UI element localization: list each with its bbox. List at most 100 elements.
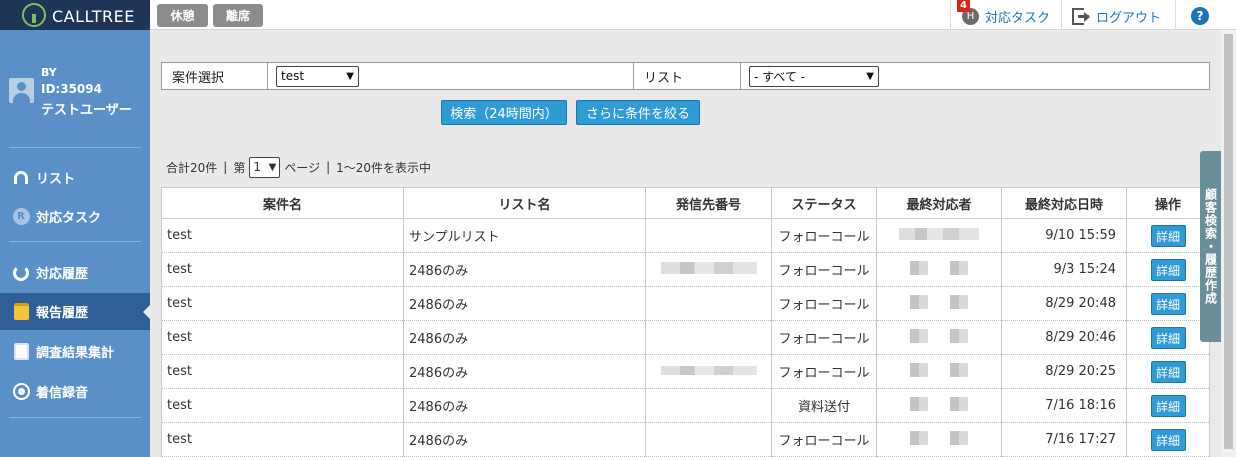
redacted-name xyxy=(910,328,968,343)
cell-agent xyxy=(876,320,1002,355)
cell-case: test xyxy=(161,286,404,321)
cell-agent xyxy=(876,354,1002,389)
cell-agent xyxy=(876,422,1002,457)
cell-case: test xyxy=(161,354,404,389)
cell-datetime: 9/3 15:24 xyxy=(1001,252,1127,287)
cell-datetime: 8/29 20:48 xyxy=(1001,286,1127,321)
cell-action: 詳細 xyxy=(1126,320,1210,355)
report-icon xyxy=(12,303,30,321)
cell-status: フォローコール xyxy=(771,320,877,355)
cell-list: 2486のみ xyxy=(403,286,646,321)
break-button[interactable]: 休憩 xyxy=(157,4,208,27)
sidebar-item-reports[interactable]: 報告履歴 xyxy=(0,293,150,330)
record-icon xyxy=(12,383,30,401)
clipboard-icon xyxy=(12,343,30,361)
detail-button[interactable]: 詳細 xyxy=(1150,292,1186,315)
cell-action: 詳細 xyxy=(1126,252,1210,287)
sidebar-item-history[interactable]: 対応履歴 xyxy=(0,254,150,291)
away-button[interactable]: 離席 xyxy=(213,4,263,27)
detail-button[interactable]: 詳細 xyxy=(1150,360,1186,383)
detail-button[interactable]: 詳細 xyxy=(1150,428,1186,451)
task-icon: 4 H xyxy=(957,0,979,25)
cell-list: 2486のみ xyxy=(403,320,646,355)
search-button[interactable]: 検索（24時間内） xyxy=(441,100,567,125)
col-header-datetime: 最終対応日時 xyxy=(1001,187,1127,219)
history-icon xyxy=(12,264,30,282)
redacted-name xyxy=(910,260,968,275)
cell-action: 詳細 xyxy=(1126,286,1210,321)
cell-status: フォローコール xyxy=(771,218,877,253)
help-icon[interactable]: ? xyxy=(1191,7,1209,25)
cell-datetime: 7/16 18:16 xyxy=(1001,388,1127,423)
results-table: 案件名 リスト名 発信先番号 ステータス 最終対応者 最終対応日時 操作 tes… xyxy=(161,187,1210,457)
task-icon: R xyxy=(12,208,30,226)
cell-datetime: 9/10 15:59 xyxy=(1001,218,1127,253)
refine-button[interactable]: さらに条件を絞る xyxy=(576,100,700,125)
sidebar-item-label: 対応履歴 xyxy=(36,267,89,282)
cell-number xyxy=(645,286,772,321)
user-id: ID:35094 xyxy=(41,82,102,96)
sidebar-item-label: 対応タスク xyxy=(36,211,102,226)
table-header-row: 案件名 リスト名 発信先番号 ステータス 最終対応者 最終対応日時 操作 xyxy=(161,187,1210,219)
col-header-list: リスト名 xyxy=(403,187,646,219)
page-select[interactable]: 1 ▼ xyxy=(249,156,281,178)
chevron-down-icon: ▼ xyxy=(268,161,277,173)
sidebar-item-recordings[interactable]: 着信録音 xyxy=(0,373,150,410)
detail-button[interactable]: 詳細 xyxy=(1150,224,1186,247)
logout-link[interactable]: ログアウト xyxy=(1072,7,1161,26)
table-row: test 2486のみ フォローコール 8/29 20:25 詳細 xyxy=(161,354,1210,389)
cell-datetime: 7/16 17:27 xyxy=(1001,422,1127,457)
logo[interactable]: CALLTREE xyxy=(0,0,150,30)
topbar-divider xyxy=(1061,0,1062,30)
user-by-label: BY xyxy=(41,66,57,79)
cell-datetime: 8/29 20:46 xyxy=(1001,320,1127,355)
cell-list: 2486のみ xyxy=(403,252,646,287)
tree-logo-icon xyxy=(22,3,46,27)
redacted-number xyxy=(660,261,757,274)
task-count-badge: 4 xyxy=(957,0,970,12)
cell-number xyxy=(645,388,772,423)
cell-status: 資料送付 xyxy=(771,388,877,423)
sidebar-item-label: 報告履歴 xyxy=(36,306,89,321)
topbar-divider xyxy=(950,0,951,30)
chevron-down-icon: ▼ xyxy=(866,70,874,82)
sidebar-item-list[interactable]: リスト xyxy=(0,159,150,196)
sidebar: CALLTREE BY ID:35094 テストユーザー リスト R 対応タスク… xyxy=(0,0,150,457)
cell-list: サンプルリスト xyxy=(403,218,646,253)
redacted-name xyxy=(910,396,968,411)
user-name: テストユーザー xyxy=(41,103,132,118)
table-row: test 2486のみ 資料送付 7/16 18:16 詳細 xyxy=(161,388,1210,423)
scrollbar[interactable] xyxy=(1221,30,1236,457)
customer-search-tab[interactable]: 顧客検索・履歴作成 xyxy=(1200,151,1222,342)
scrollbar-thumb[interactable] xyxy=(1224,34,1233,449)
table-row: test 2486のみ フォローコール 8/29 20:48 詳細 xyxy=(161,286,1210,321)
cell-number xyxy=(645,252,772,287)
detail-button[interactable]: 詳細 xyxy=(1150,258,1186,281)
topbar-divider xyxy=(1175,0,1176,30)
cell-action: 詳細 xyxy=(1126,388,1210,423)
table-row: test 2486のみ フォローコール 8/29 20:46 詳細 xyxy=(161,320,1210,355)
task-link[interactable]: 4 H 対応タスク xyxy=(957,0,1051,26)
list-select-label: リスト xyxy=(644,70,684,86)
cell-number xyxy=(645,320,772,355)
col-header-agent: 最終対応者 xyxy=(876,187,1002,219)
cell-action: 詳細 xyxy=(1126,422,1210,457)
cell-case: test xyxy=(161,218,404,253)
cell-case: test xyxy=(161,388,404,423)
col-header-case: 案件名 xyxy=(161,187,404,219)
sidebar-item-survey[interactable]: 調査結果集計 xyxy=(0,333,150,370)
list-select[interactable]: - すべて - ▼ xyxy=(749,65,879,87)
sidebar-divider xyxy=(9,147,141,148)
task-link-label: 対応タスク xyxy=(985,11,1051,26)
search-form: 案件選択 test ▼ リスト - すべて - ▼ xyxy=(161,62,1210,90)
chevron-down-icon: ▼ xyxy=(346,70,354,82)
cell-list: 2486のみ xyxy=(403,388,646,423)
cell-action: 詳細 xyxy=(1126,354,1210,389)
detail-button[interactable]: 詳細 xyxy=(1150,394,1186,417)
case-select[interactable]: test ▼ xyxy=(276,65,359,87)
col-header-number: 発信先番号 xyxy=(645,187,772,219)
sidebar-item-tasks[interactable]: R 対応タスク xyxy=(0,198,150,235)
sidebar-item-label: リスト xyxy=(36,172,76,187)
redacted-name xyxy=(910,294,968,309)
detail-button[interactable]: 詳細 xyxy=(1150,326,1186,349)
